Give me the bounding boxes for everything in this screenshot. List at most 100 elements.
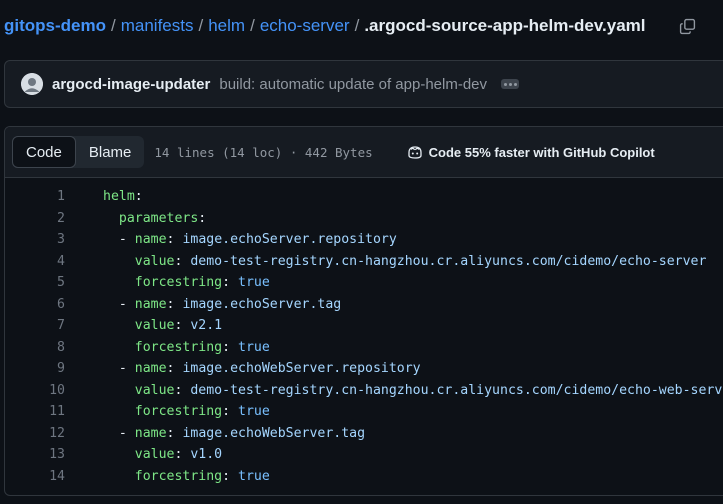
line-number[interactable]: 13 xyxy=(5,444,65,466)
line-content: - name: image.echoServer.tag xyxy=(103,294,341,316)
yaml-key: value xyxy=(134,382,175,398)
yaml-colon: : xyxy=(174,382,191,398)
yaml-colon: : xyxy=(174,318,191,333)
breadcrumb-repo-link[interactable]: gitops-demo xyxy=(4,16,106,36)
code-line: 10 value: demo-test-registry.cn-hangzhou… xyxy=(5,380,723,402)
tab-code[interactable]: Code xyxy=(12,136,76,168)
code-line: 8 forcestring: true xyxy=(5,337,723,359)
yaml-value: image.echoServer.tag xyxy=(182,296,342,312)
yaml-value: true xyxy=(238,275,270,290)
copy-icon xyxy=(679,18,695,34)
latest-commit-bar: argocd-image-updater build: automatic up… xyxy=(4,60,723,108)
yaml-key: forcestring xyxy=(134,404,223,419)
breadcrumb-separator: / xyxy=(354,16,360,35)
yaml-colon: : xyxy=(166,296,183,312)
line-content: helm: xyxy=(103,186,143,208)
yaml-value: demo-test-registry.cn-hangzhou.cr.aliyun… xyxy=(190,382,723,398)
file-viewer: Code Blame 14 lines (14 loc) · 442 Bytes… xyxy=(4,126,723,496)
yaml-value: true xyxy=(238,468,270,484)
avatar[interactable] xyxy=(21,73,43,95)
breadcrumb-echo-server-link[interactable]: echo-server xyxy=(260,16,350,36)
line-number[interactable]: 11 xyxy=(5,401,65,423)
yaml-colon: : xyxy=(222,404,238,419)
yaml-colon: : xyxy=(222,468,238,484)
line-content: forcestring: true xyxy=(103,401,270,423)
line-number[interactable]: 12 xyxy=(5,423,65,445)
yaml-colon: : xyxy=(222,275,238,290)
breadcrumb-helm-link[interactable]: helm xyxy=(208,16,245,36)
code-line: 12 - name: image.echoWebServer.tag xyxy=(5,423,723,445)
yaml-key: value xyxy=(134,447,175,462)
line-number[interactable]: 9 xyxy=(5,358,65,380)
yaml-value: true xyxy=(238,339,270,355)
yaml-key: value xyxy=(134,318,175,333)
commit-author-link[interactable]: argocd-image-updater xyxy=(52,76,210,93)
user-avatar-icon xyxy=(21,73,43,95)
yaml-key: parameters xyxy=(118,210,199,226)
yaml-value: true xyxy=(238,404,270,419)
yaml-value: v1.0 xyxy=(190,447,223,462)
list-dash: - xyxy=(118,425,135,441)
code-line: 7 value: v2.1 xyxy=(5,315,723,337)
copy-path-button[interactable] xyxy=(676,15,698,37)
tab-blame[interactable]: Blame xyxy=(76,136,145,168)
copilot-promo-link[interactable]: Code 55% faster with GitHub Copilot xyxy=(407,145,655,160)
code-line: 11 forcestring: true xyxy=(5,401,723,423)
breadcrumb-file-name: .argocd-source-app-helm-dev.yaml xyxy=(364,16,646,35)
code-view: 1 helm: 2 parameters: 3 - name: image.echoS… xyxy=(5,178,723,487)
line-number[interactable]: 3 xyxy=(5,229,65,251)
line-content: forcestring: true xyxy=(103,466,270,488)
line-number[interactable]: 2 xyxy=(5,208,65,230)
yaml-value: v2.1 xyxy=(190,318,223,333)
code-line: 4 value: demo-test-registry.cn-hangzhou.… xyxy=(5,251,723,273)
copilot-icon xyxy=(407,146,422,159)
line-number[interactable]: 5 xyxy=(5,272,65,294)
yaml-colon: : xyxy=(222,339,238,355)
line-number[interactable]: 7 xyxy=(5,315,65,337)
line-content: value: v2.1 xyxy=(103,315,222,337)
ellipsis-icon xyxy=(508,82,512,86)
copilot-promo-text: Code 55% faster with GitHub Copilot xyxy=(428,144,655,160)
line-content: - name: image.echoWebServer.tag xyxy=(103,423,365,445)
line-content: forcestring: true xyxy=(103,272,270,294)
yaml-key: name xyxy=(134,361,167,376)
line-number[interactable]: 1 xyxy=(5,186,65,208)
yaml-value: image.echoWebServer.repository xyxy=(182,361,421,376)
yaml-value: image.echoWebServer.tag xyxy=(182,425,366,441)
breadcrumb-separator: / xyxy=(250,16,255,35)
code-line: 9 - name: image.echoWebServer.repository xyxy=(5,358,723,380)
expand-commit-button[interactable] xyxy=(501,79,520,89)
yaml-key: forcestring xyxy=(134,468,223,484)
line-number[interactable]: 6 xyxy=(5,294,65,316)
yaml-key: name xyxy=(134,425,167,441)
line-content: - name: image.echoWebServer.repository xyxy=(103,358,421,380)
code-line: 13 value: v1.0 xyxy=(5,444,723,466)
yaml-key: value xyxy=(134,253,175,269)
line-number[interactable]: 4 xyxy=(5,251,65,273)
line-number[interactable]: 8 xyxy=(5,337,65,359)
file-meta-info: 14 lines (14 loc) · 442 Bytes xyxy=(154,144,373,160)
code-line: 6 - name: image.echoServer.tag xyxy=(5,294,723,316)
view-toggle: Code Blame xyxy=(12,136,145,168)
line-number[interactable]: 10 xyxy=(5,380,65,402)
breadcrumb: gitops-demo / manifests / helm / echo-se… xyxy=(4,12,646,40)
breadcrumb-manifests-link[interactable]: manifests xyxy=(121,16,194,36)
ellipsis-icon xyxy=(503,82,507,86)
line-content: value: v1.0 xyxy=(103,444,222,466)
yaml-colon: : xyxy=(198,210,207,226)
line-number[interactable]: 14 xyxy=(5,466,65,488)
line-content: forcestring: true xyxy=(103,337,270,359)
commit-message-link[interactable]: build: automatic update of app-helm-dev xyxy=(219,76,487,93)
yaml-key: helm xyxy=(103,189,135,204)
yaml-key: name xyxy=(134,232,167,247)
yaml-colon: : xyxy=(134,189,143,204)
